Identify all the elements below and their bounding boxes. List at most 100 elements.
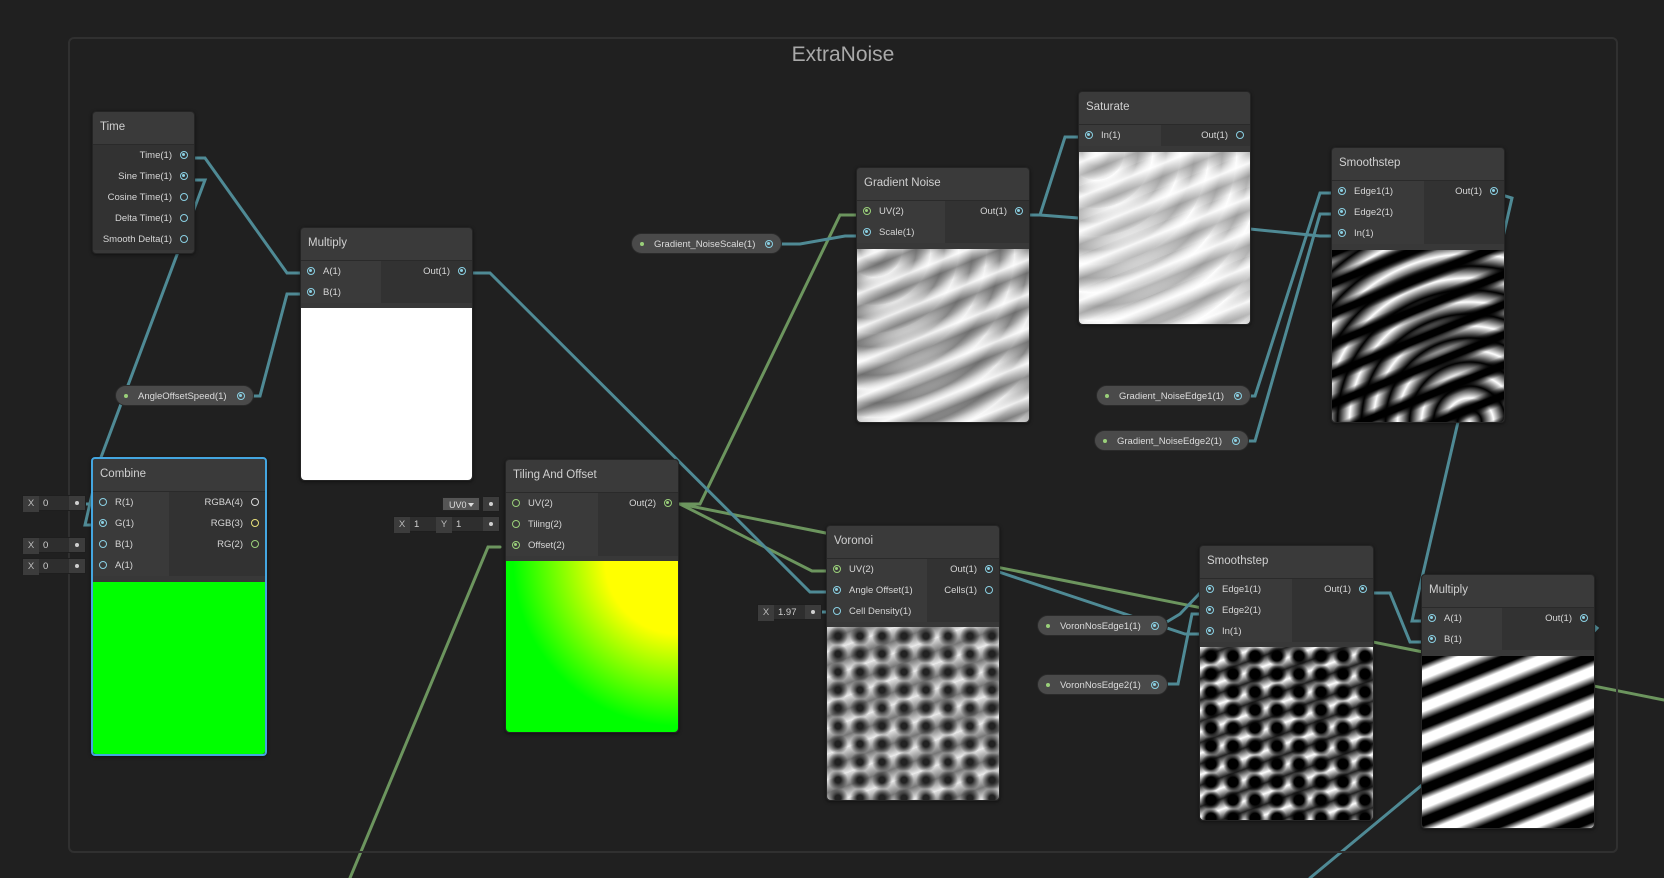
time-node[interactable]: Time Time(1) Sine Time(1) Cosine Time(1)… <box>92 111 195 254</box>
voronoi-edge2-property[interactable]: VoronNosEdge2(1) <box>1037 674 1168 695</box>
field-value[interactable]: 1.97 <box>774 607 797 618</box>
input-port[interactable]: UV(2) <box>857 201 945 222</box>
port-connector-icon[interactable] <box>833 565 841 573</box>
port-connector-icon[interactable] <box>307 267 315 275</box>
field-value[interactable]: 0 <box>39 561 48 572</box>
input-port[interactable]: G(1) <box>93 513 169 534</box>
uv-channel-dropdown[interactable]: UV0 <box>442 497 480 511</box>
port-connector-icon[interactable] <box>1206 585 1214 593</box>
input-port[interactable]: UV(2) <box>506 493 598 514</box>
output-port[interactable]: Out(1) <box>927 559 999 580</box>
output-port[interactable]: Sine Time(1) <box>93 166 194 187</box>
output-port[interactable]: Time(1) <box>93 145 194 166</box>
port-connector-icon[interactable] <box>251 498 259 506</box>
input-port[interactable]: UV(2) <box>827 559 927 580</box>
combine-a-field[interactable]: X0 <box>22 558 86 575</box>
port-connector-icon[interactable] <box>1085 131 1093 139</box>
combine-b-field[interactable]: X0 <box>22 537 86 554</box>
port-connector-icon[interactable] <box>512 499 520 507</box>
field-value[interactable]: 1 <box>410 517 436 533</box>
input-port[interactable]: Edge1(1) <box>1332 181 1424 202</box>
port-connector-icon[interactable] <box>99 519 107 527</box>
output-port[interactable]: Smooth Delta(1) <box>93 229 194 250</box>
port-connector-icon[interactable] <box>251 519 259 527</box>
port-connector-icon[interactable] <box>1338 187 1346 195</box>
group-title[interactable]: ExtraNoise <box>70 43 1616 67</box>
port-connector-icon[interactable] <box>1150 622 1159 630</box>
port-connector-icon[interactable] <box>307 288 315 296</box>
port-connector-icon[interactable] <box>1428 614 1436 622</box>
input-port[interactable]: In(1) <box>1332 223 1424 244</box>
port-connector-icon[interactable] <box>985 565 993 573</box>
port-connector-icon[interactable] <box>1232 437 1241 445</box>
output-port[interactable]: RG(2) <box>169 534 265 555</box>
output-port[interactable]: Out(1) <box>1502 608 1594 629</box>
input-port[interactable]: In(1) <box>1079 125 1161 146</box>
input-port[interactable]: Offset(2) <box>506 535 598 556</box>
input-port[interactable]: B(1) <box>1422 629 1502 650</box>
port-connector-icon[interactable] <box>1015 207 1023 215</box>
input-port[interactable]: R(1) <box>93 492 169 513</box>
port-connector-icon[interactable] <box>512 541 520 549</box>
port-connector-icon[interactable] <box>1150 681 1159 689</box>
angle-offset-speed-property[interactable]: AngleOffsetSpeed(1) <box>115 385 254 406</box>
input-port[interactable]: B(1) <box>93 534 169 555</box>
port-connector-icon[interactable] <box>1206 627 1214 635</box>
smoothstep-node[interactable]: Smoothstep Edge1(1) Edge2(1) In(1) Out(1… <box>1331 147 1505 423</box>
port-connector-icon[interactable] <box>1359 585 1367 593</box>
multiply-node[interactable]: Multiply A(1) B(1) Out(1) <box>300 227 473 481</box>
combine-r-field[interactable]: X0 <box>22 495 86 512</box>
gradient-noise-scale-property[interactable]: Gradient_NoiseScale(1) <box>631 233 783 254</box>
port-connector-icon[interactable] <box>99 540 107 548</box>
field-value[interactable]: 0 <box>39 540 48 551</box>
output-port[interactable]: Out(2) <box>598 493 678 514</box>
port-connector-icon[interactable] <box>99 561 107 569</box>
port-connector-icon[interactable] <box>236 392 245 400</box>
tiling-offset-node[interactable]: Tiling And Offset UV(2) Tiling(2) Offset… <box>505 459 679 733</box>
port-connector-icon[interactable] <box>863 207 871 215</box>
port-connector-icon[interactable] <box>1428 635 1436 643</box>
port-connector-icon[interactable] <box>833 607 841 615</box>
port-connector-icon[interactable] <box>765 240 774 248</box>
port-connector-icon[interactable] <box>180 151 188 159</box>
voronoi-edge1-property[interactable]: VoronNosEdge1(1) <box>1037 615 1168 636</box>
port-connector-icon[interactable] <box>833 586 841 594</box>
port-connector-icon[interactable] <box>863 228 871 236</box>
cell-density-field[interactable]: X 1.97 <box>757 604 822 621</box>
output-port[interactable]: Cells(1) <box>927 580 999 601</box>
field-value[interactable]: 1 <box>452 519 461 530</box>
port-connector-icon[interactable] <box>180 214 188 222</box>
smoothstep-node[interactable]: Smoothstep Edge1(1) Edge2(1) In(1) Out(1… <box>1199 545 1374 821</box>
input-port[interactable]: Cell Density(1) <box>827 601 927 622</box>
output-port[interactable]: Out(1) <box>945 201 1029 222</box>
gradient-noise-edge2-property[interactable]: Gradient_NoiseEdge2(1) <box>1094 430 1250 451</box>
input-port[interactable]: B(1) <box>301 282 381 303</box>
input-port[interactable]: A(1) <box>93 555 169 576</box>
multiply-node[interactable]: Multiply A(1) B(1) Out(1) <box>1421 574 1595 829</box>
output-port[interactable]: RGB(3) <box>169 513 265 534</box>
port-connector-icon[interactable] <box>1338 208 1346 216</box>
port-connector-icon[interactable] <box>458 267 466 275</box>
input-port[interactable]: Edge2(1) <box>1332 202 1424 223</box>
port-connector-icon[interactable] <box>180 193 188 201</box>
port-connector-icon[interactable] <box>1206 606 1214 614</box>
output-port[interactable]: Out(1) <box>1161 125 1250 146</box>
port-connector-icon[interactable] <box>180 172 188 180</box>
input-port[interactable]: Edge1(1) <box>1200 579 1292 600</box>
input-port[interactable]: Scale(1) <box>857 222 945 243</box>
output-port[interactable]: Out(1) <box>1424 181 1504 202</box>
port-connector-icon[interactable] <box>251 540 259 548</box>
voronoi-node[interactable]: Voronoi UV(2) Angle Offset(1) Cell Densi… <box>826 525 1000 801</box>
port-connector-icon[interactable] <box>1236 131 1244 139</box>
port-connector-icon[interactable] <box>664 499 672 507</box>
input-port[interactable]: Tiling(2) <box>506 514 598 535</box>
port-connector-icon[interactable] <box>512 520 520 528</box>
port-connector-icon[interactable] <box>1490 187 1498 195</box>
output-port[interactable]: Cosine Time(1) <box>93 187 194 208</box>
input-port[interactable]: Edge2(1) <box>1200 600 1292 621</box>
port-connector-icon[interactable] <box>180 235 188 243</box>
port-connector-icon[interactable] <box>1234 392 1243 400</box>
output-port[interactable]: RGBA(4) <box>169 492 265 513</box>
output-port[interactable]: Out(1) <box>381 261 472 282</box>
port-connector-icon[interactable] <box>99 498 107 506</box>
